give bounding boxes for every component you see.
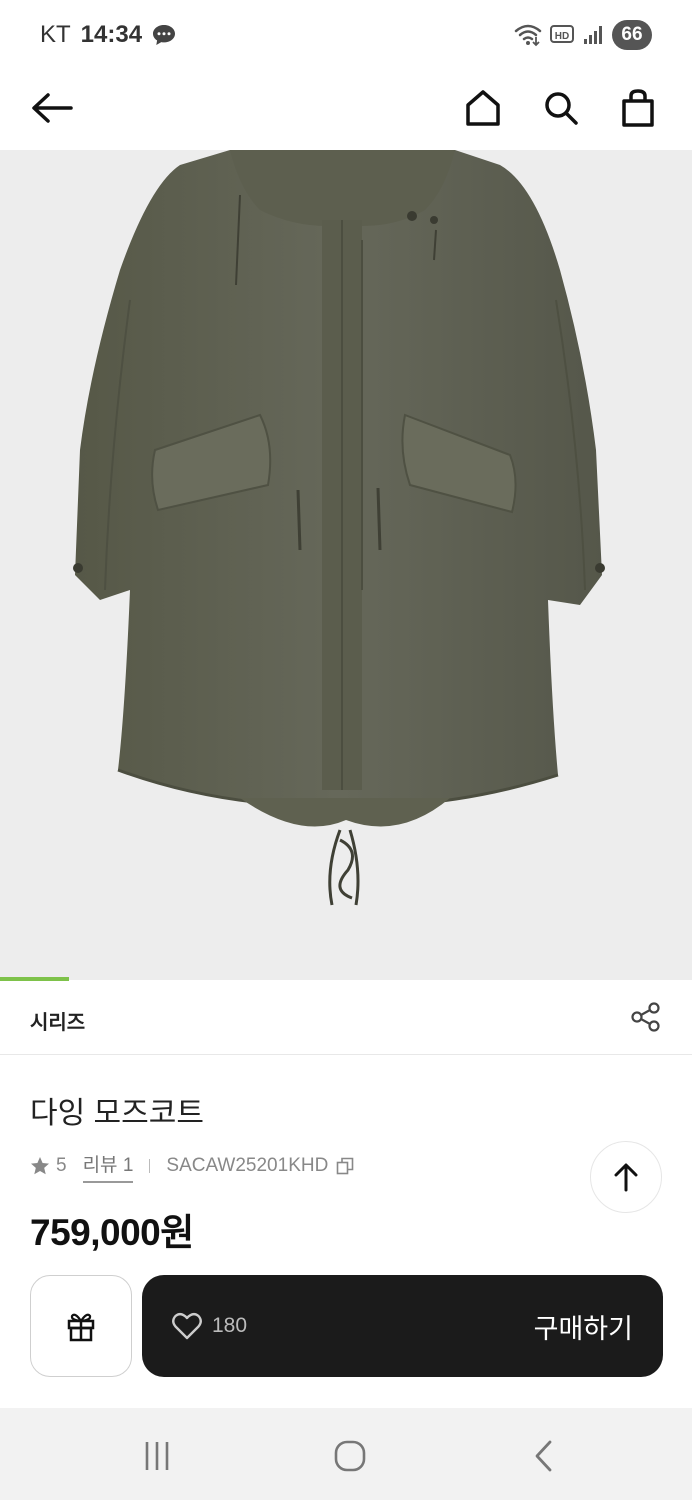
gift-icon	[67, 1313, 95, 1342]
status-right: HD 66	[514, 18, 652, 52]
back-nav-button[interactable]	[524, 1436, 564, 1476]
review-link[interactable]: 리뷰 1	[82, 1150, 134, 1183]
shopping-bag-icon	[622, 89, 654, 127]
status-bar: KT 14:34 HD 66	[0, 0, 692, 68]
rating-value: 5	[56, 1155, 67, 1176]
purchase-bar: 180 구매하기	[142, 1275, 663, 1377]
wishlist-count: 180	[212, 1314, 248, 1337]
copy-icon[interactable]	[336, 1157, 354, 1175]
status-left: KT 14:34	[40, 20, 176, 50]
cart-button[interactable]	[614, 84, 662, 132]
arrow-up-icon	[614, 1163, 638, 1192]
app-header	[0, 68, 692, 150]
clock: 14:34	[80, 21, 143, 48]
signal-icon	[584, 26, 602, 44]
meta-divider	[149, 1159, 151, 1173]
wifi-icon	[514, 24, 542, 47]
buy-button[interactable]: 구매하기	[534, 1307, 633, 1346]
system-nav-bar	[0, 1408, 692, 1500]
home-button[interactable]	[459, 84, 507, 132]
gift-button[interactable]	[30, 1275, 132, 1377]
back-arrow-icon	[32, 93, 73, 123]
home-icon	[466, 90, 500, 126]
search-icon	[545, 92, 578, 125]
recent-apps-icon	[145, 1442, 169, 1470]
search-button[interactable]	[537, 84, 585, 132]
home-nav-button[interactable]	[330, 1436, 370, 1476]
share-icon	[631, 1002, 660, 1032]
heart-icon	[172, 1312, 202, 1340]
carrier-label: KT	[40, 21, 71, 48]
chat-icon	[153, 25, 176, 45]
series-row: 시리즈	[0, 981, 692, 1055]
product-code: SACAW25201KHD	[166, 1155, 329, 1176]
scroll-to-top-button[interactable]	[590, 1141, 662, 1213]
olive-parka-photo	[73, 150, 605, 906]
home-circle-icon	[334, 1440, 366, 1472]
wishlist-button[interactable]: 180	[172, 1309, 247, 1343]
star-icon	[31, 1157, 49, 1175]
hd-icon: HD	[550, 25, 574, 43]
product-image-carousel[interactable]	[0, 150, 692, 980]
series-label[interactable]: 시리즈	[30, 1006, 85, 1035]
product-price: 759,000원	[30, 1212, 194, 1253]
back-button[interactable]	[28, 84, 76, 132]
product-meta: 5 리뷰 1 SACAW25201KHD	[30, 1150, 354, 1183]
battery-indicator: 66	[612, 20, 652, 50]
back-chevron-icon	[535, 1440, 552, 1472]
svg-text:HD: HD	[555, 31, 569, 42]
share-button[interactable]	[630, 1001, 662, 1033]
product-name: 다잉 모즈코트	[30, 1097, 204, 1130]
recent-apps-button[interactable]	[137, 1436, 177, 1476]
